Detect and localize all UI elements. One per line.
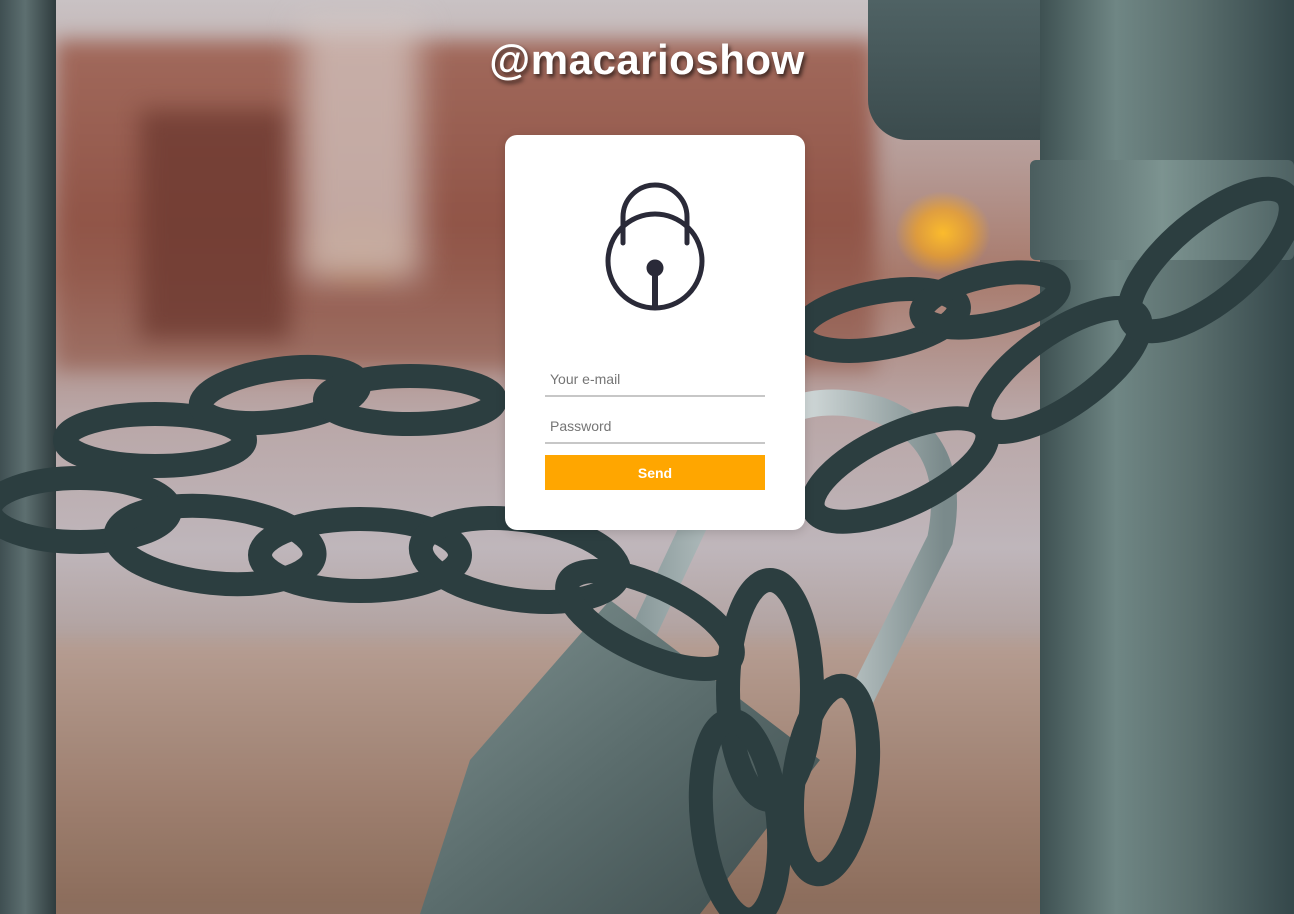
password-field[interactable]	[545, 410, 765, 444]
email-field[interactable]	[545, 363, 765, 397]
send-button[interactable]: Send	[545, 455, 765, 490]
login-page: @macarioshow Send	[0, 0, 1294, 914]
padlock-icon	[605, 182, 705, 311]
login-card: Send	[505, 135, 805, 530]
page-title: @macarioshow	[489, 36, 805, 83]
